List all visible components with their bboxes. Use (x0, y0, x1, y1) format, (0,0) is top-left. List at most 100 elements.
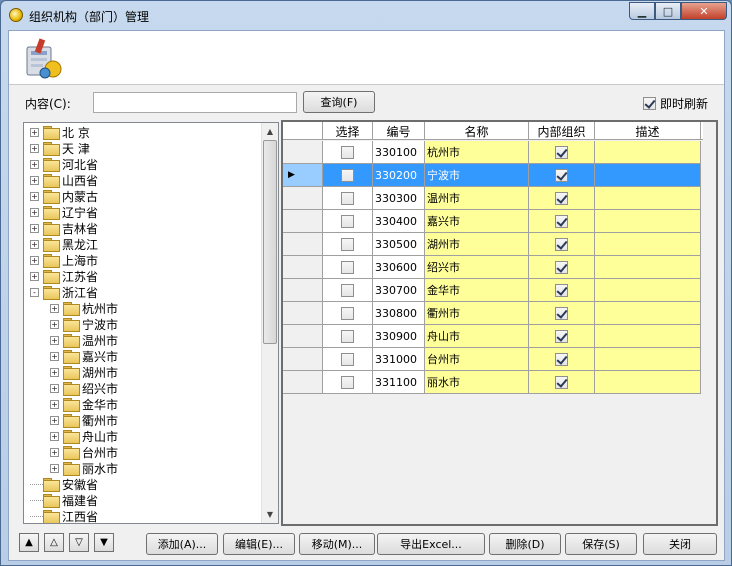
scroll-down-arrow-icon[interactable]: ▼ (262, 506, 278, 523)
description-cell[interactable] (595, 279, 701, 302)
column-header[interactable]: 内部组织 (529, 122, 595, 140)
internal-org-checkbox[interactable] (555, 260, 568, 274)
tree-node[interactable]: + 辽宁省 (30, 204, 98, 220)
code-cell[interactable]: 331100 (373, 371, 425, 394)
move-up-button[interactable]: △ (44, 533, 64, 552)
code-cell[interactable]: 330700 (373, 279, 425, 302)
table-row[interactable]: 330500 湖州市 (283, 233, 703, 256)
internal-org-cell[interactable] (529, 256, 595, 279)
internal-org-checkbox[interactable] (555, 306, 568, 320)
table-row[interactable]: 330800 衢州市 (283, 302, 703, 325)
description-cell[interactable] (595, 141, 701, 164)
description-cell[interactable] (595, 164, 701, 187)
expand-toggle-icon[interactable]: + (50, 383, 59, 393)
table-row[interactable]: ▶ 330200 宁波市 (283, 164, 703, 187)
expand-toggle-icon[interactable]: + (50, 335, 59, 345)
table-row[interactable]: 330600 绍兴市 (283, 256, 703, 279)
select-checkbox[interactable] (341, 191, 354, 205)
tree-node[interactable]: + 台州市 (50, 444, 118, 460)
select-cell[interactable] (323, 233, 373, 256)
internal-org-checkbox[interactable] (555, 237, 568, 251)
expand-toggle-icon[interactable]: + (30, 127, 39, 137)
tree-node[interactable]: + 上海市 (30, 252, 98, 268)
description-cell[interactable] (595, 348, 701, 371)
expand-toggle-icon[interactable]: + (50, 367, 59, 377)
expand-toggle-icon[interactable]: + (50, 447, 59, 457)
expand-toggle-icon[interactable] (30, 499, 43, 501)
tree-node[interactable]: + 衢州市 (50, 412, 118, 428)
name-cell[interactable]: 舟山市 (425, 325, 529, 348)
select-cell[interactable] (323, 302, 373, 325)
move-down-button[interactable]: ▽ (69, 533, 89, 552)
tree-node[interactable]: + 嘉兴市 (50, 348, 118, 364)
select-cell[interactable] (323, 187, 373, 210)
name-cell[interactable]: 湖州市 (425, 233, 529, 256)
internal-org-cell[interactable] (529, 348, 595, 371)
tree-node[interactable]: + 绍兴市 (50, 380, 118, 396)
description-cell[interactable] (595, 187, 701, 210)
query-button[interactable]: 查询(F) (303, 91, 375, 113)
tree-node[interactable]: + 温州市 (50, 332, 118, 348)
tree-node[interactable]: 安徽省 (30, 476, 98, 492)
select-cell[interactable] (323, 348, 373, 371)
delete-button[interactable]: 删除(D) (489, 533, 561, 555)
tree-node[interactable]: 江西省 (30, 508, 98, 523)
column-header[interactable]: 选择 (323, 122, 373, 140)
minimize-button[interactable]: ▁ (629, 2, 655, 20)
expand-toggle-icon[interactable]: + (30, 143, 39, 153)
row-indicator[interactable] (283, 233, 323, 256)
close-window-button[interactable]: ✕ (681, 2, 727, 20)
region-tree[interactable]: + 北 京 + 天 津 + 河北省 + 山西省 + 内蒙古 + 辽宁省 + 吉林省 + 黑龙江 + 上海市 + 江苏省… (23, 122, 279, 524)
export-excel-button[interactable]: 导出Excel... (377, 533, 485, 555)
expand-toggle-icon[interactable]: + (50, 431, 59, 441)
row-indicator[interactable]: ▶ (283, 164, 323, 187)
expand-toggle-icon[interactable] (30, 483, 43, 485)
name-cell[interactable]: 杭州市 (425, 141, 529, 164)
tree-node[interactable]: + 山西省 (30, 172, 98, 188)
internal-org-checkbox[interactable] (555, 352, 568, 366)
tree-node[interactable]: + 金华市 (50, 396, 118, 412)
internal-org-cell[interactable] (529, 279, 595, 302)
name-cell[interactable]: 宁波市 (425, 164, 529, 187)
move-button[interactable]: 移动(M)... (299, 533, 375, 555)
edit-button[interactable]: 编辑(E)... (223, 533, 295, 555)
expand-toggle-icon[interactable]: + (30, 271, 39, 281)
name-cell[interactable]: 衢州市 (425, 302, 529, 325)
select-checkbox[interactable] (341, 214, 354, 228)
select-cell[interactable] (323, 371, 373, 394)
tree-node[interactable]: + 江苏省 (30, 268, 98, 284)
internal-org-checkbox[interactable] (555, 168, 568, 182)
internal-org-cell[interactable] (529, 187, 595, 210)
scroll-up-arrow-icon[interactable]: ▲ (262, 123, 278, 140)
name-cell[interactable]: 金华市 (425, 279, 529, 302)
column-header[interactable]: 编号 (373, 122, 425, 140)
expand-toggle-icon[interactable] (30, 515, 43, 517)
code-cell[interactable]: 330200 (373, 164, 425, 187)
expand-toggle-icon[interactable]: + (50, 463, 59, 473)
tree-node[interactable]: + 杭州市 (50, 300, 118, 316)
description-cell[interactable] (595, 325, 701, 348)
row-indicator[interactable] (283, 371, 323, 394)
table-row[interactable]: 331000 台州市 (283, 348, 703, 371)
select-cell[interactable] (323, 256, 373, 279)
name-cell[interactable]: 丽水市 (425, 371, 529, 394)
column-header[interactable]: 描述 (595, 122, 701, 140)
auto-refresh-option[interactable]: 即时刷新 (642, 95, 708, 112)
select-checkbox[interactable] (341, 145, 354, 159)
name-cell[interactable]: 绍兴市 (425, 256, 529, 279)
collapse-toggle-icon[interactable]: - (30, 287, 39, 297)
maximize-button[interactable]: □ (655, 2, 681, 20)
select-cell[interactable] (323, 279, 373, 302)
move-last-button[interactable]: ▼ (94, 533, 114, 552)
internal-org-cell[interactable] (529, 371, 595, 394)
tree-node[interactable]: + 北 京 (30, 124, 90, 140)
select-cell[interactable] (323, 210, 373, 233)
internal-org-cell[interactable] (529, 164, 595, 187)
row-indicator[interactable] (283, 141, 323, 164)
tree-node[interactable]: + 丽水市 (50, 460, 118, 476)
internal-org-checkbox[interactable] (555, 191, 568, 205)
expand-toggle-icon[interactable]: + (30, 191, 39, 201)
expand-toggle-icon[interactable]: + (50, 399, 59, 409)
select-cell[interactable] (323, 164, 373, 187)
select-cell[interactable] (323, 325, 373, 348)
